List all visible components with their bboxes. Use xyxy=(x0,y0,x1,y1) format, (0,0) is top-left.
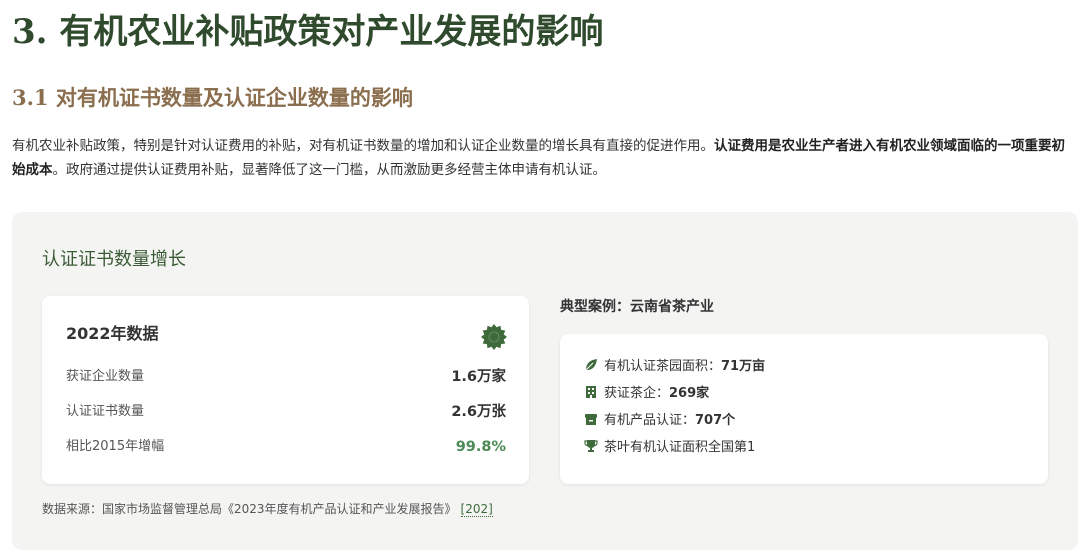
stat-value: 2.6万张 xyxy=(451,404,506,420)
case-item-products: 有机产品认证：707个 xyxy=(584,410,735,432)
package-icon xyxy=(585,414,597,425)
stat-row-growth: 相比2015年增幅 99.8% xyxy=(66,436,506,458)
case-title: 典型案例：云南省茶产业 xyxy=(560,299,714,315)
data-source: 数据来源：国家市场监督管理总局《2023年度有机产品认证和产业发展报告》 [202… xyxy=(42,498,493,520)
stat-value: 99.8% xyxy=(455,439,506,455)
page-title: 3. 有机农业补贴政策对产业发展的影响 xyxy=(12,12,604,52)
trophy-icon xyxy=(584,440,598,452)
case-item-value: 707个 xyxy=(695,413,736,428)
section-title: 3.1 对有机证书数量及认证企业数量的影响 xyxy=(12,85,413,110)
case-item-label: 茶叶有机认证面积全国第1 xyxy=(604,440,756,455)
citation-link[interactable]: [202] xyxy=(460,502,493,517)
stat-label: 获证企业数量 xyxy=(66,369,145,384)
case-item-label: 有机认证茶园面积： xyxy=(604,359,722,374)
case-item-value: 71万亩 xyxy=(721,359,766,374)
case-card: 有机认证茶园面积：71万亩 获证茶企：269家 有机产品认证：707个 茶叶有机… xyxy=(560,334,1048,484)
source-text: 数据来源：国家市场监督管理总局《2023年度有机产品认证和产业发展报告》 xyxy=(42,502,457,516)
data-card: 2022年数据 获证企业数量 1.6万家 认证证书数量 2.6万张 相比2015… xyxy=(42,296,529,484)
case-item-label: 有机产品认证： xyxy=(604,413,696,428)
stat-row-companies: 获证企业数量 1.6万家 xyxy=(66,366,506,388)
intro-paragraph: 有机农业补贴政策，特别是针对认证费用的补贴，对有机证书数量的增加和认证企业数量的… xyxy=(12,134,1078,182)
case-item-label: 获证茶企： xyxy=(604,386,670,401)
data-card-title: 2022年数据 xyxy=(66,324,159,343)
intro-text-1: 有机农业补贴政策，特别是针对认证费用的补贴，对有机证书数量的增加和认证企业数量的… xyxy=(12,138,714,154)
stat-label: 相比2015年增幅 xyxy=(66,439,165,454)
page: 3. 有机农业补贴政策对产业发展的影响 3.1 对有机证书数量及认证企业数量的影… xyxy=(0,0,1080,556)
intro-text-2: 。政府通过提供认证费用补贴，显著降低了这一门槛，从而激励更多经营主体申请有机认证… xyxy=(52,162,607,178)
case-item-rank: 茶叶有机认证面积全国第1 xyxy=(584,437,755,459)
stat-row-certificates: 认证证书数量 2.6万张 xyxy=(66,401,506,423)
seal-badge-icon xyxy=(481,324,507,350)
panel-title: 认证证书数量增长 xyxy=(42,249,186,270)
case-item-value: 269家 xyxy=(669,386,710,401)
leaf-icon xyxy=(585,359,597,371)
stat-label: 认证证书数量 xyxy=(66,404,145,419)
stats-panel: 认证证书数量增长 2022年数据 获证企业数量 1.6万家 认证证书数量 2.6… xyxy=(12,212,1078,550)
case-item-area: 有机认证茶园面积：71万亩 xyxy=(584,356,765,378)
case-item-companies: 获证茶企：269家 xyxy=(584,383,709,405)
building-icon xyxy=(586,386,596,398)
stat-value: 1.6万家 xyxy=(451,369,506,385)
